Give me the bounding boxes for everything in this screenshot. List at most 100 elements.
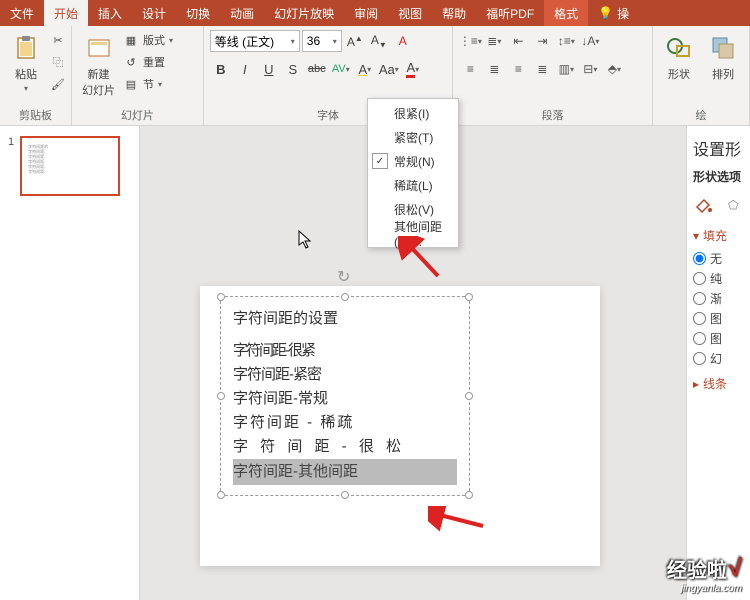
font-color-button[interactable]: A▾ [402,58,424,80]
reset-icon: ↺ [123,54,139,70]
spacing-loose[interactable]: 稀疏(L) [368,173,458,197]
checkmark-icon: √ [729,555,742,583]
resize-handle[interactable] [465,392,473,400]
tab-help[interactable]: 帮助 [432,0,476,26]
align-left-button[interactable]: ≡ [459,58,481,80]
group-paragraph: ⋮≡▾ ≣▾ ⇤ ⇥ ↕≡▾ ↓A▾ ≡ ≣ ≡ ≣ ▥▾ ⊟▾ ⬘▾ 段落 [453,26,653,125]
shapes-button[interactable]: 形状 [659,30,699,84]
tell-me[interactable]: 💡 操 [588,0,639,26]
highlight-button[interactable]: A▾ [354,58,376,80]
cut-button[interactable]: ✂ [50,30,66,50]
char-spacing-button[interactable]: AV▾ [330,58,352,80]
columns-button[interactable]: ▥▾ [555,58,577,80]
align-center-icon: ≣ [489,62,499,76]
spacing-more[interactable]: 其他间距(M)... [368,221,458,245]
tab-format[interactable]: 格式 [544,0,588,26]
tab-slideshow[interactable]: 幻灯片放映 [264,0,344,26]
font-name-combo[interactable]: 等线 (正文)▾ [210,30,300,52]
resize-handle[interactable] [465,293,473,301]
increase-font-button[interactable]: A▲ [344,30,366,52]
arrange-button[interactable]: 排列 [703,30,743,84]
slide-thumbnail-1[interactable]: 字符间距的字符间距-字符间距-字符间距-字符间距-字符间距- [20,136,120,196]
resize-handle[interactable] [341,293,349,301]
align-center-button[interactable]: ≣ [483,58,505,80]
section-button[interactable]: ▤节▾ [123,74,173,94]
numbering-button[interactable]: ≣▾ [483,30,505,52]
section-icon: ▤ [123,76,139,92]
line-spacing-button[interactable]: ↕≡▾ [555,30,577,52]
format-painter-button[interactable]: 🖌 [50,74,66,94]
fill-gradient-radio[interactable]: 渐 [693,290,744,307]
layout-button[interactable]: ▦版式▾ [123,30,173,50]
thumbnail-pane: 1 字符间距的字符间距-字符间距-字符间距-字符间距-字符间距- [0,126,140,600]
tab-home[interactable]: 开始 [44,0,88,26]
italic-button[interactable]: I [234,58,256,80]
resize-handle[interactable] [217,491,225,499]
rotate-handle-icon[interactable]: ↻ [337,267,353,283]
tab-view[interactable]: 视图 [388,0,432,26]
spacing-very-tight[interactable]: 很紧(I) [368,101,458,125]
spacing-normal[interactable]: ✓常规(N) [368,149,458,173]
decrease-indent-button[interactable]: ⇤ [507,30,529,52]
tab-foxit[interactable]: 福听PDF [476,0,544,26]
tab-insert[interactable]: 插入 [88,0,132,26]
paste-button[interactable]: 粘贴 ▾ [6,30,46,95]
text-content[interactable]: 字符间距的设置 字符间距-很紧 字符间距-紧密 字符间距-常规 字符间距 - 稀… [221,297,469,495]
brush-icon: 🖌 [50,76,66,92]
char-spacing-icon: AV [332,63,346,75]
align-text-button[interactable]: ⊟▾ [579,58,601,80]
bullets-button[interactable]: ⋮≡▾ [459,30,481,52]
new-slide-button[interactable]: 新建 幻灯片 [78,30,119,100]
fill-solid-radio[interactable]: 纯 [693,270,744,287]
font-size-combo[interactable]: 36▾ [302,30,342,52]
paint-bucket-icon[interactable] [693,193,715,217]
tab-review[interactable]: 审阅 [344,0,388,26]
align-right-button[interactable]: ≡ [507,58,529,80]
strikethrough-button[interactable]: abc [306,58,328,80]
tab-animations[interactable]: 动画 [220,0,264,26]
shapes-icon [663,32,695,64]
pane-title: 设置形 [693,136,744,160]
pane-subtitle: 形状选项 [693,168,744,185]
reset-button[interactable]: ↺重置 [123,52,173,72]
align-left-icon: ≡ [467,62,474,76]
bold-button[interactable]: B [210,58,232,80]
fill-slidebg-radio[interactable]: 幻 [693,350,744,367]
resize-handle[interactable] [217,293,225,301]
decrease-font-button[interactable]: A▼ [368,30,390,52]
text-box[interactable]: ↻ 字符间距的设置 字符间距-很紧 字符间距-紧密 字符间距-常规 字符间距 -… [220,296,470,496]
align-right-icon: ≡ [515,62,522,76]
align-text-icon: ⊟ [583,62,593,76]
tab-design[interactable]: 设计 [132,0,176,26]
resize-handle[interactable] [341,491,349,499]
fill-pattern-radio[interactable]: 图 [693,330,744,347]
clear-format-button[interactable]: A [392,30,414,52]
increase-indent-button[interactable]: ⇥ [531,30,553,52]
resize-handle[interactable] [465,491,473,499]
shadow-button[interactable]: S [282,58,304,80]
layout-icon: ▦ [123,32,139,48]
slide-canvas[interactable]: ↻ 字符间距的设置 字符间距-很紧 字符间距-紧密 字符间距-常规 字符间距 -… [200,286,600,566]
fill-picture-radio[interactable]: 图 [693,310,744,327]
group-drawing-title: 绘 [659,105,743,123]
tab-transitions[interactable]: 切换 [176,0,220,26]
slide-number: 1 [8,136,14,196]
line-section-header[interactable]: ▸线条 [693,375,744,392]
tab-file[interactable]: 文件 [0,0,44,26]
change-case-button[interactable]: Aa▾ [378,58,400,80]
resize-handle[interactable] [217,392,225,400]
justify-button[interactable]: ≣ [531,58,553,80]
fill-none-radio[interactable]: 无 [693,250,744,267]
justify-icon: ≣ [537,62,547,76]
underline-button[interactable]: U [258,58,280,80]
effects-icon[interactable]: ⬠ [723,193,745,217]
copy-button[interactable]: ⿻ [50,52,66,72]
group-slides: 新建 幻灯片 ▦版式▾ ↺重置 ▤节▾ 幻灯片 [72,26,204,125]
decrease-font-icon: A▼ [371,33,387,49]
text-direction-button[interactable]: ↓A▾ [579,30,601,52]
spacing-tight[interactable]: 紧密(T) [368,125,458,149]
bullets-icon: ⋮≡ [459,34,478,48]
group-clipboard-title: 剪贴板 [6,105,65,123]
fill-section-header[interactable]: ▾填充 [693,227,744,244]
smartart-button[interactable]: ⬘▾ [603,58,625,80]
